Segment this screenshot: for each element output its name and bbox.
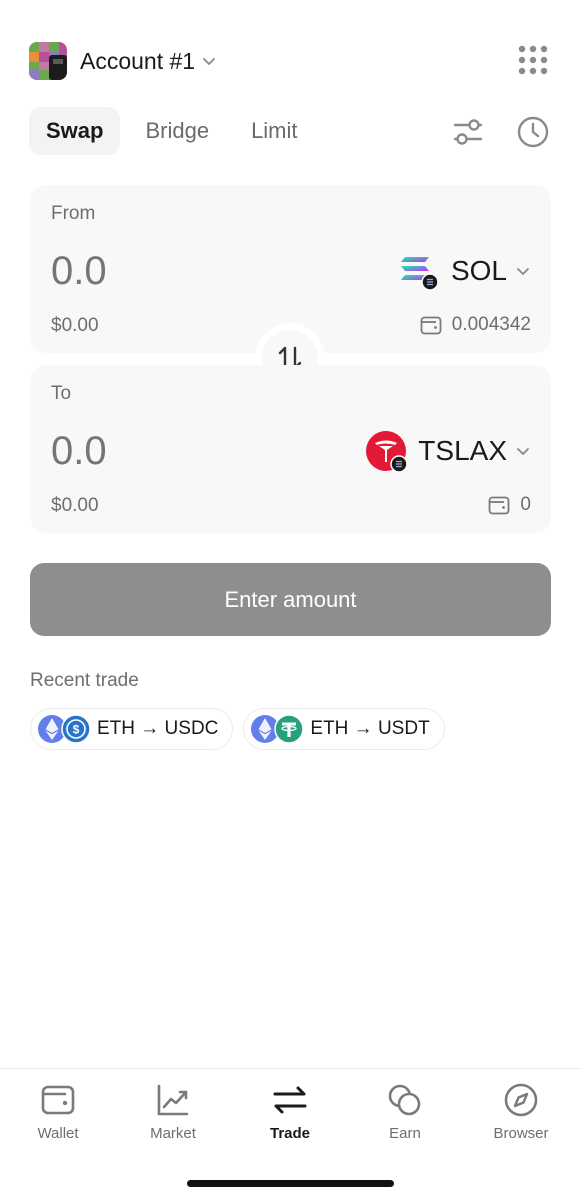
recent-trade-chip[interactable]: $ ETH → USDC: [30, 708, 234, 750]
tab-limit[interactable]: Limit: [234, 107, 314, 155]
settings-button[interactable]: [450, 114, 486, 150]
nav-wallet[interactable]: Wallet: [8, 1081, 108, 1151]
nav-label: Trade: [269, 1125, 311, 1142]
usdc-icon: $: [61, 714, 91, 744]
to-label: To: [51, 383, 72, 404]
to-amount-input[interactable]: [51, 427, 251, 475]
history-button[interactable]: [515, 114, 551, 150]
to-token-selector[interactable]: TSLAX: [366, 429, 531, 473]
nav-label: Market: [150, 1125, 196, 1142]
to-token-symbol: TSLAX: [418, 435, 507, 466]
header: Account #1: [0, 0, 581, 110]
wallet-icon: [489, 496, 510, 515]
chevron-down-icon: [203, 58, 215, 65]
usdt-icon: [274, 714, 305, 744]
account-selector[interactable]: Account #1: [29, 42, 217, 80]
nav-label: Browser: [493, 1125, 549, 1142]
compass-icon: [504, 1083, 538, 1117]
from-token-selector[interactable]: SOL: [399, 249, 531, 293]
from-balance: 0.004342: [419, 313, 531, 337]
to-balance-value: 0: [520, 494, 531, 515]
recent-trade-label: ETH → USDT: [310, 718, 430, 739]
recent-trade-list: $ ETH → USDC ETH → USDT: [30, 708, 455, 750]
home-indicator: [187, 1180, 394, 1187]
nav-earn[interactable]: Earn: [355, 1081, 455, 1151]
tab-swap[interactable]: Swap: [29, 107, 121, 155]
nav-trade[interactable]: Trade: [240, 1081, 340, 1151]
clock-icon: [517, 116, 549, 148]
apps-grid-button[interactable]: [515, 42, 551, 78]
nav-label: Earn: [389, 1125, 421, 1142]
wallet-icon: [41, 1085, 75, 1115]
to-balance: 0: [487, 493, 531, 517]
grid-dots-icon: [518, 45, 548, 75]
nav-market[interactable]: Market: [123, 1081, 223, 1151]
chevron-down-icon: [517, 268, 529, 275]
chart-icon: [157, 1084, 189, 1116]
to-card: To $0.00 TSLAX 0: [30, 365, 551, 533]
sliders-icon: [453, 119, 483, 145]
from-label: From: [51, 203, 96, 224]
from-token-symbol: SOL: [450, 255, 507, 286]
to-fiat-value: $0.00: [51, 495, 99, 516]
account-avatar: [29, 42, 67, 80]
from-balance-value: 0.004342: [451, 314, 531, 335]
swap-arrows-icon: [273, 1086, 307, 1114]
nav-label: Wallet: [37, 1125, 79, 1142]
recent-trade-chip[interactable]: ETH → USDT: [243, 708, 445, 750]
recent-trade-label: ETH → USDC: [97, 718, 219, 739]
tab-bridge[interactable]: Bridge: [128, 107, 226, 155]
from-amount-input[interactable]: [51, 247, 251, 295]
tesla-icon: [366, 431, 409, 473]
recent-trade-title: Recent trade: [30, 670, 139, 691]
chevron-down-icon: [517, 448, 529, 455]
enter-amount-button[interactable]: Enter amount: [30, 563, 551, 636]
trade-mode-tabs: Swap Bridge Limit: [29, 107, 323, 155]
from-fiat-value: $0.00: [51, 315, 99, 336]
solana-icon: [399, 251, 439, 291]
nav-browser[interactable]: Browser: [471, 1081, 571, 1151]
coins-icon: [388, 1084, 421, 1116]
wallet-icon: [420, 316, 442, 335]
account-name: Account #1: [80, 47, 196, 74]
svg-text:$: $: [73, 723, 80, 737]
